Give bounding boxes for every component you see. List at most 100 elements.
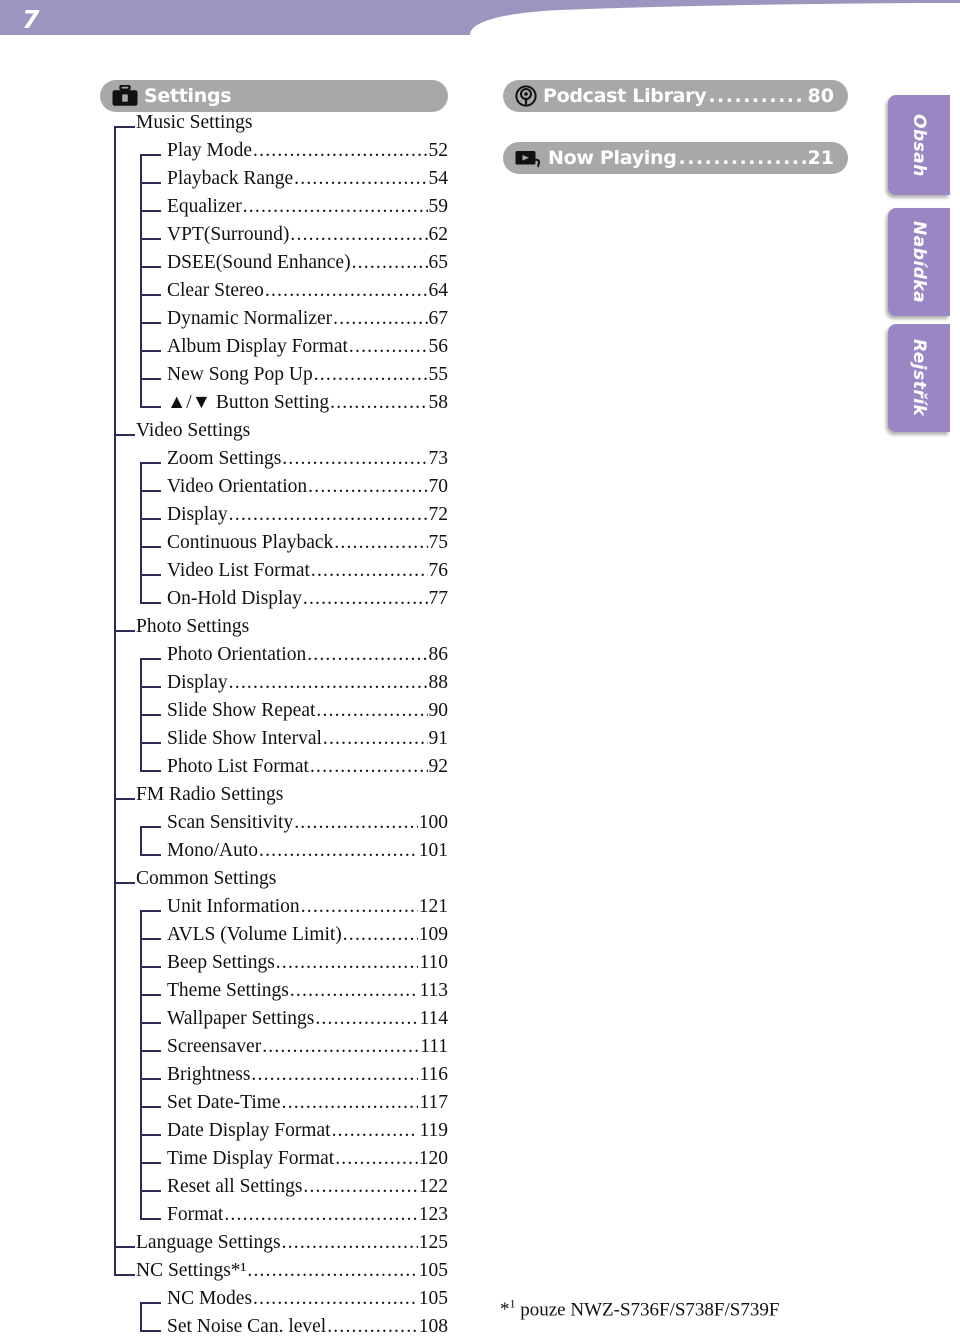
tree-line-vertical — [140, 910, 142, 1218]
page-root: 7 Settings Music Settings Play Mode......… — [0, 0, 960, 1339]
toc-entry-page: 52 — [428, 140, 449, 161]
toc-entry-page: 110 — [419, 952, 448, 973]
tree-line-horizontal — [140, 378, 161, 380]
toc-entry[interactable]: FM Radio Settings — [100, 784, 448, 812]
side-tab-rejstrik[interactable]: Rejstřík — [888, 324, 950, 432]
toc-entry-label: Unit Information — [167, 896, 300, 917]
toc-entry-page: 72 — [428, 504, 449, 525]
toc-entry-leader: ........................................… — [290, 224, 427, 245]
tree-line-horizontal — [140, 910, 161, 912]
header-band-shape — [0, 0, 960, 35]
toc-entry-label: Clear Stereo — [167, 280, 264, 301]
tree-line-horizontal — [140, 938, 161, 940]
toc-entry-leader: ........................................… — [331, 1120, 419, 1141]
toc-entry-page: 105 — [418, 1288, 448, 1309]
toc-entry-leader: ........................................… — [251, 1064, 418, 1085]
tree-line-horizontal — [140, 518, 161, 520]
toc-entry-page: 54 — [428, 168, 449, 189]
tree-line-horizontal — [140, 154, 161, 156]
tree-line-horizontal — [140, 686, 161, 688]
toc-entry-page: 113 — [419, 980, 448, 1001]
tree-line-horizontal — [140, 854, 161, 856]
tree-line-horizontal — [114, 630, 135, 632]
toc-entry-leader: ........................................… — [282, 448, 428, 469]
toc-entry-page: 58 — [428, 392, 449, 413]
toc-entry-leader: ........................................… — [315, 1008, 419, 1029]
tree-line-horizontal — [140, 1050, 161, 1052]
toc-entry-leader: ........................................… — [310, 560, 428, 581]
toc-entry[interactable]: Set Noise Can. level....................… — [100, 1316, 448, 1339]
toc-entry-leader: ........................................… — [309, 756, 428, 777]
toc-entry-page: 123 — [418, 1204, 448, 1225]
toc-entry-label: Music Settings — [136, 112, 253, 133]
now-playing-entry[interactable]: Now Playing ............................… — [503, 142, 848, 174]
toc-entry-page: 56 — [428, 336, 449, 357]
side-tab-nabidka-label: Nabídka — [909, 220, 929, 304]
podcast-library-entry[interactable]: Podcast Library ........................… — [503, 80, 848, 112]
toc-entry-leader: ........................................… — [342, 924, 418, 945]
toc-entry-leader: ........................................… — [262, 1036, 419, 1057]
tree-line-horizontal — [114, 126, 135, 128]
toc-entry[interactable]: Video Settings — [100, 420, 448, 448]
toc-entry-label: Display — [167, 504, 228, 525]
toc-entry-leader: ........................................… — [289, 980, 419, 1001]
toc-entry-leader: ........................................… — [228, 672, 428, 693]
toc-entry-label: Set Date-Time — [167, 1092, 281, 1113]
toc-entry-leader: ........................................… — [333, 308, 427, 329]
toc-entry-leader: ........................................… — [224, 1204, 418, 1225]
tree-line-horizontal — [140, 1134, 161, 1136]
tree-line-horizontal — [140, 350, 161, 352]
toc-entry-page: 100 — [418, 812, 448, 833]
toc-entry-label: Date Display Format — [167, 1120, 331, 1141]
tree-line-horizontal — [140, 1330, 161, 1332]
settings-section-pill[interactable]: Settings — [100, 80, 448, 112]
toc-entry-page: 111 — [420, 1036, 448, 1057]
toc-entry-page: 67 — [428, 308, 449, 329]
tree-line-horizontal — [140, 1302, 161, 1304]
toc-entry-leader: ........................................… — [308, 476, 428, 497]
toc-entry-page: 77 — [428, 588, 449, 609]
toc-entry-leader: ........................................… — [327, 1316, 418, 1337]
toc-entry[interactable]: Photo Settings — [100, 616, 448, 644]
toc-entry-leader: ........................................… — [300, 896, 418, 917]
side-tab-obsah-label: Obsah — [909, 113, 929, 177]
now-playing-leader: ........................................… — [678, 147, 806, 169]
tree-line-vertical — [140, 462, 142, 602]
toc-entry-page: 75 — [428, 532, 449, 553]
tree-line-horizontal — [140, 1190, 161, 1192]
toc-entry-label: Photo Settings — [136, 616, 250, 637]
toc-entry[interactable]: Music Settings — [100, 112, 448, 140]
toc-entry-page: 119 — [419, 1120, 448, 1141]
footnote-text: pouze NWZ-S736F/S738F/S739F — [520, 1299, 780, 1321]
page-header-band: 7 — [0, 0, 960, 42]
tree-line-horizontal — [140, 406, 161, 408]
toc-entry-label: Format — [167, 1204, 224, 1225]
toc-entry-label: On-Hold Display — [167, 588, 302, 609]
side-tab-obsah[interactable]: Obsah — [888, 95, 950, 195]
tree-line-horizontal — [114, 798, 135, 800]
settings-section-title: Settings — [144, 85, 232, 107]
toc-entry-page: 122 — [418, 1176, 448, 1197]
toc-entry[interactable]: NC Settings*¹...........................… — [100, 1260, 448, 1288]
tree-line-horizontal — [140, 826, 161, 828]
toc-entry-leader: ........................................… — [307, 644, 428, 665]
toc-entry-page: 76 — [428, 560, 449, 581]
toc-entry-page: 59 — [428, 196, 449, 217]
tree-line-horizontal — [140, 742, 161, 744]
toc-entry-page: 70 — [428, 476, 449, 497]
toc-entry-leader: ........................................… — [316, 700, 428, 721]
tree-line-horizontal — [114, 882, 135, 884]
toc-entry-page: 116 — [419, 1064, 448, 1085]
toc-entry-page: 91 — [428, 728, 449, 749]
toc-entry-leader: ........................................… — [294, 168, 428, 189]
toc-entry-leader: ........................................… — [264, 280, 428, 301]
toc-entry[interactable]: Common Settings — [100, 868, 448, 896]
toc-entry[interactable]: Language Settings.......................… — [100, 1232, 448, 1260]
toc-entry-page: 121 — [418, 896, 448, 917]
footnote-marker-superscript: 1 — [509, 1297, 516, 1311]
toc-entry-leader: ........................................… — [313, 364, 428, 385]
toc-entry-label: Beep Settings — [167, 952, 275, 973]
toc-entry-label: Zoom Settings — [167, 448, 282, 469]
side-tab-nabidka[interactable]: Nabídka — [888, 208, 950, 316]
tree-line-horizontal — [140, 1022, 161, 1024]
